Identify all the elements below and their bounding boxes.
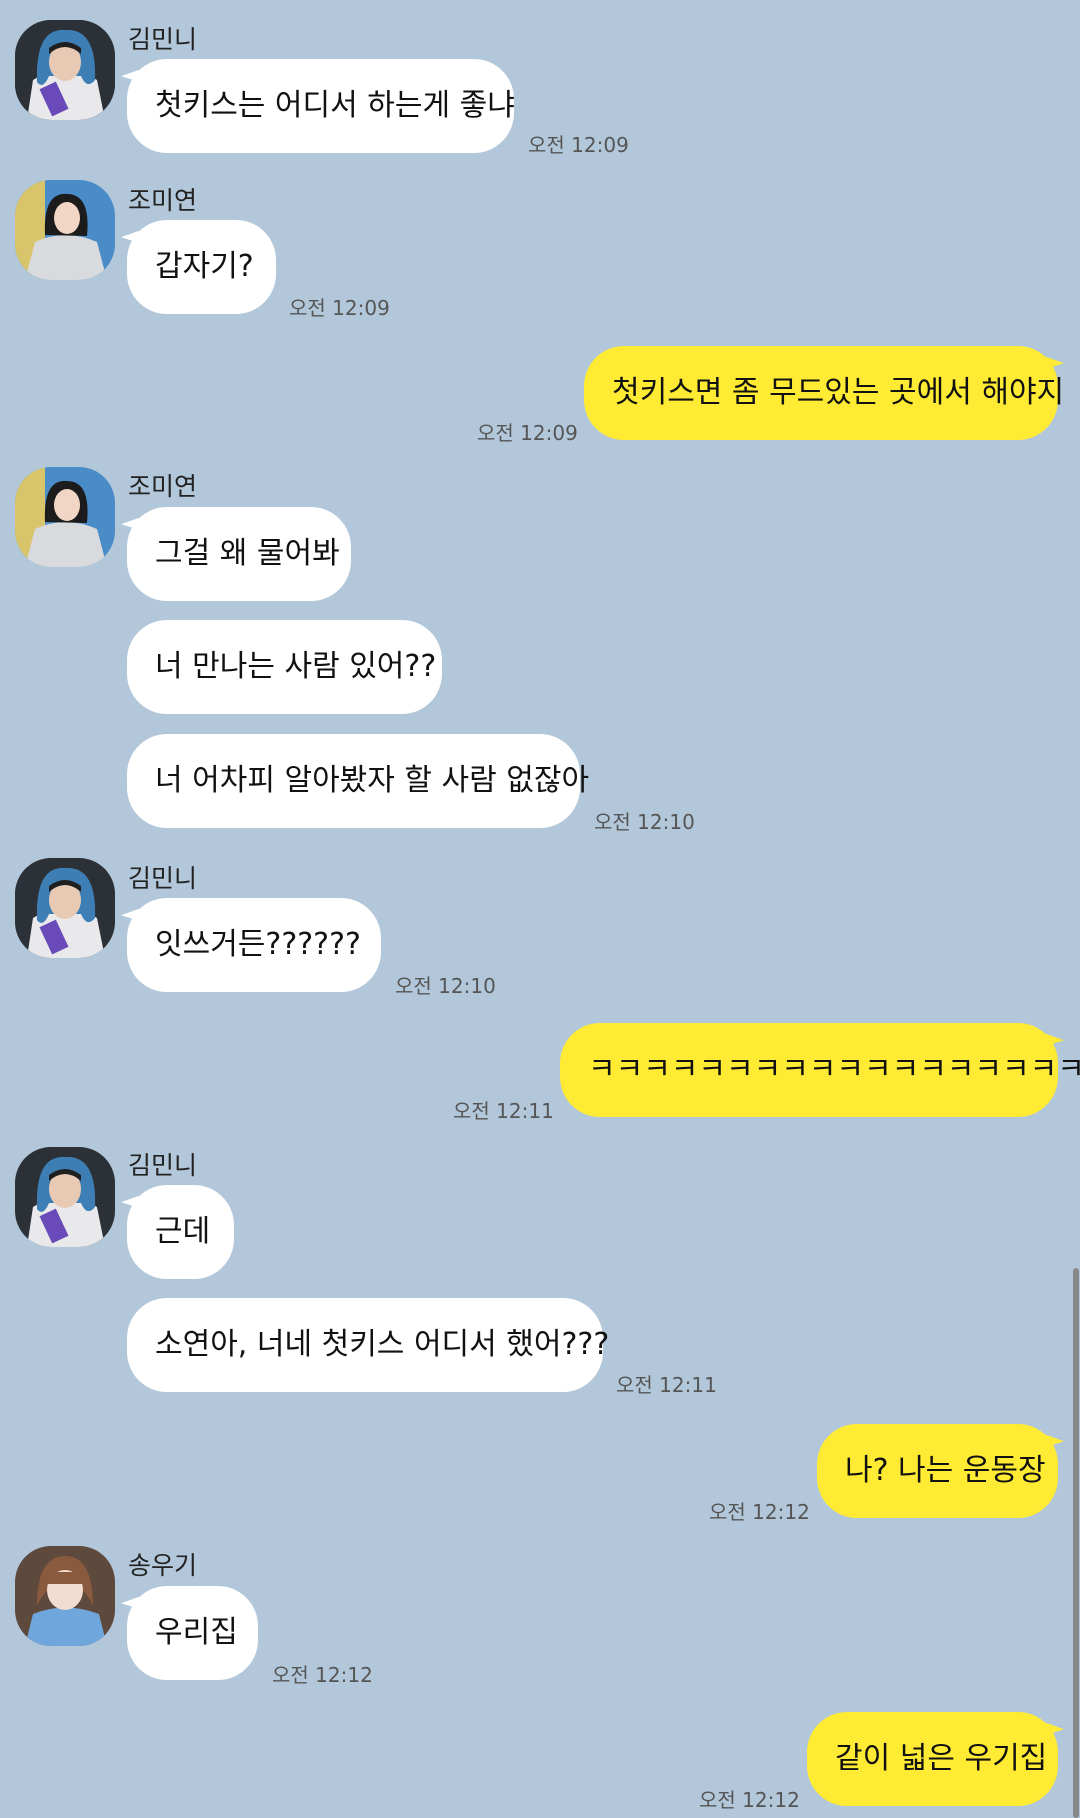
message-text: 너 어차피 알아봤자 할 사람 없잖아 bbox=[155, 763, 590, 798]
sender-name: 송우기 bbox=[128, 1551, 198, 1580]
avatar-jo-miyeon[interactable] bbox=[15, 467, 115, 567]
message-bubble-incoming[interactable]: 잇쓰거든?????? bbox=[121, 898, 381, 992]
message-text: 첫키스는 어디서 하는게 좋냐 bbox=[155, 88, 515, 123]
sender-name: 김민니 bbox=[128, 1151, 198, 1180]
avatar-image bbox=[15, 180, 115, 280]
message-bubble-incoming[interactable]: 너 어차피 알아봤자 할 사람 없잖아 bbox=[127, 734, 589, 828]
avatar-image bbox=[15, 1546, 115, 1646]
sender-name: 김민니 bbox=[128, 25, 198, 54]
message-text: 우리집 bbox=[155, 1615, 238, 1650]
message-text: 너 만나는 사람 있어?? bbox=[155, 649, 437, 684]
avatar-image bbox=[15, 20, 115, 120]
message-text: 갑자기? bbox=[155, 249, 254, 284]
message-text: 소연아, 너네 첫키스 어디서 했어??? bbox=[155, 1327, 610, 1362]
message-time: 오전 12:09 bbox=[528, 133, 629, 157]
message-bubble-outgoing[interactable]: 같이 넓은 우기집 bbox=[807, 1712, 1064, 1806]
message-bubble-outgoing[interactable]: 나? 나는 운동장 bbox=[817, 1424, 1064, 1518]
message-bubble-incoming[interactable]: 근데 bbox=[121, 1185, 234, 1279]
message-bubble-incoming[interactable]: 그걸 왜 물어봐 bbox=[121, 507, 351, 601]
avatar-kim-minni[interactable] bbox=[15, 20, 115, 120]
sender-name: 김민니 bbox=[128, 864, 198, 893]
message-bubble-incoming[interactable]: 갑자기? bbox=[121, 220, 276, 314]
message-bubble-incoming[interactable]: 우리집 bbox=[121, 1586, 258, 1680]
sender-name: 조미연 bbox=[128, 186, 198, 215]
message-time: 오전 12:12 bbox=[272, 1663, 373, 1687]
message-bubble-incoming[interactable]: 소연아, 너네 첫키스 어디서 했어??? bbox=[127, 1298, 609, 1392]
scrollbar[interactable] bbox=[1073, 1268, 1079, 1818]
message-time: 오전 12:12 bbox=[709, 1500, 810, 1524]
message-time: 오전 12:09 bbox=[477, 421, 578, 445]
avatar-jo-miyeon[interactable] bbox=[15, 180, 115, 280]
message-bubble-outgoing[interactable]: 첫키스면 좀 무드있는 곳에서 해야지 bbox=[584, 346, 1064, 440]
avatar-image bbox=[15, 467, 115, 567]
avatar-image bbox=[15, 1147, 115, 1247]
message-bubble-incoming[interactable]: 첫키스는 어디서 하는게 좋냐 bbox=[121, 59, 515, 153]
message-time: 오전 12:12 bbox=[699, 1788, 800, 1812]
sender-name: 조미연 bbox=[128, 472, 198, 501]
avatar-kim-minni[interactable] bbox=[15, 1147, 115, 1247]
message-time: 오전 12:10 bbox=[395, 974, 496, 998]
avatar-song-ugi[interactable] bbox=[15, 1546, 115, 1646]
message-text: 같이 넓은 우기집 bbox=[835, 1741, 1048, 1776]
message-text: ㅋㅋㅋㅋㅋㅋㅋㅋㅋㅋㅋㅋㅋㅋㅋㅋㅋㅋ bbox=[588, 1052, 1080, 1087]
message-text: 그걸 왜 물어봐 bbox=[155, 536, 340, 571]
message-bubble-outgoing[interactable]: ㅋㅋㅋㅋㅋㅋㅋㅋㅋㅋㅋㅋㅋㅋㅋㅋㅋㅋ bbox=[560, 1023, 1080, 1117]
message-time: 오전 12:10 bbox=[594, 810, 695, 834]
message-time: 오전 12:09 bbox=[289, 296, 390, 320]
message-time: 오전 12:11 bbox=[616, 1373, 717, 1397]
message-text: 첫키스면 좀 무드있는 곳에서 해야지 bbox=[612, 375, 1065, 410]
message-text: 근데 bbox=[155, 1214, 211, 1249]
message-bubble-incoming[interactable]: 너 만나는 사람 있어?? bbox=[127, 620, 442, 714]
message-time: 오전 12:11 bbox=[453, 1099, 554, 1123]
message-text: 잇쓰거든?????? bbox=[155, 927, 361, 962]
message-text: 나? 나는 운동장 bbox=[845, 1453, 1046, 1488]
avatar-image bbox=[15, 858, 115, 958]
avatar-kim-minni[interactable] bbox=[15, 858, 115, 958]
